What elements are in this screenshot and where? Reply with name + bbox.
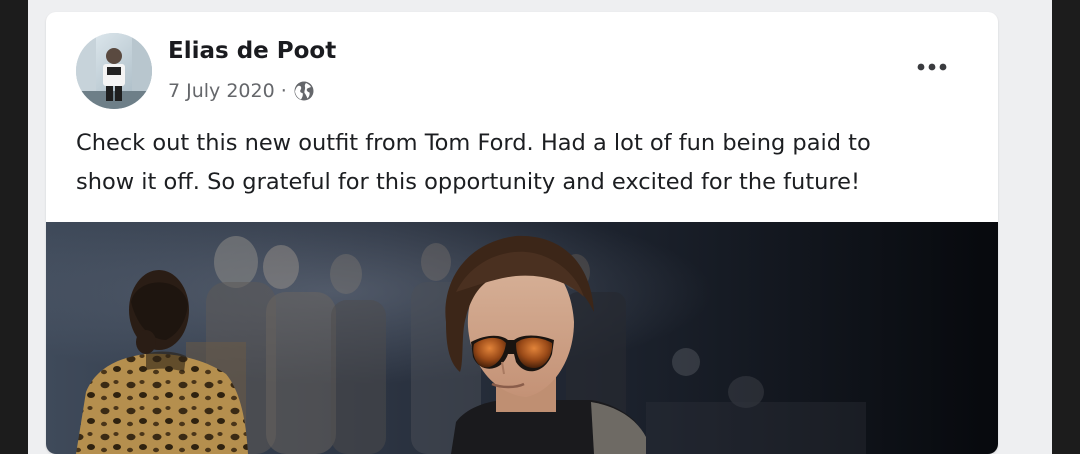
author-avatar[interactable] [76,33,152,109]
post-photo[interactable] [46,222,998,454]
post-text: Check out this new outfit from Tom Ford.… [76,130,871,195]
post-card: Elias de Poot 7 July 2020 · Check out th… [46,12,998,454]
author-name[interactable]: Elias de Poot [168,36,336,66]
post-meta: 7 July 2020 · [168,78,315,104]
more-options-icon[interactable] [910,54,954,80]
meta-separator: · [280,80,287,102]
globe-icon[interactable] [293,80,315,102]
post-date[interactable]: 7 July 2020 [168,78,275,104]
